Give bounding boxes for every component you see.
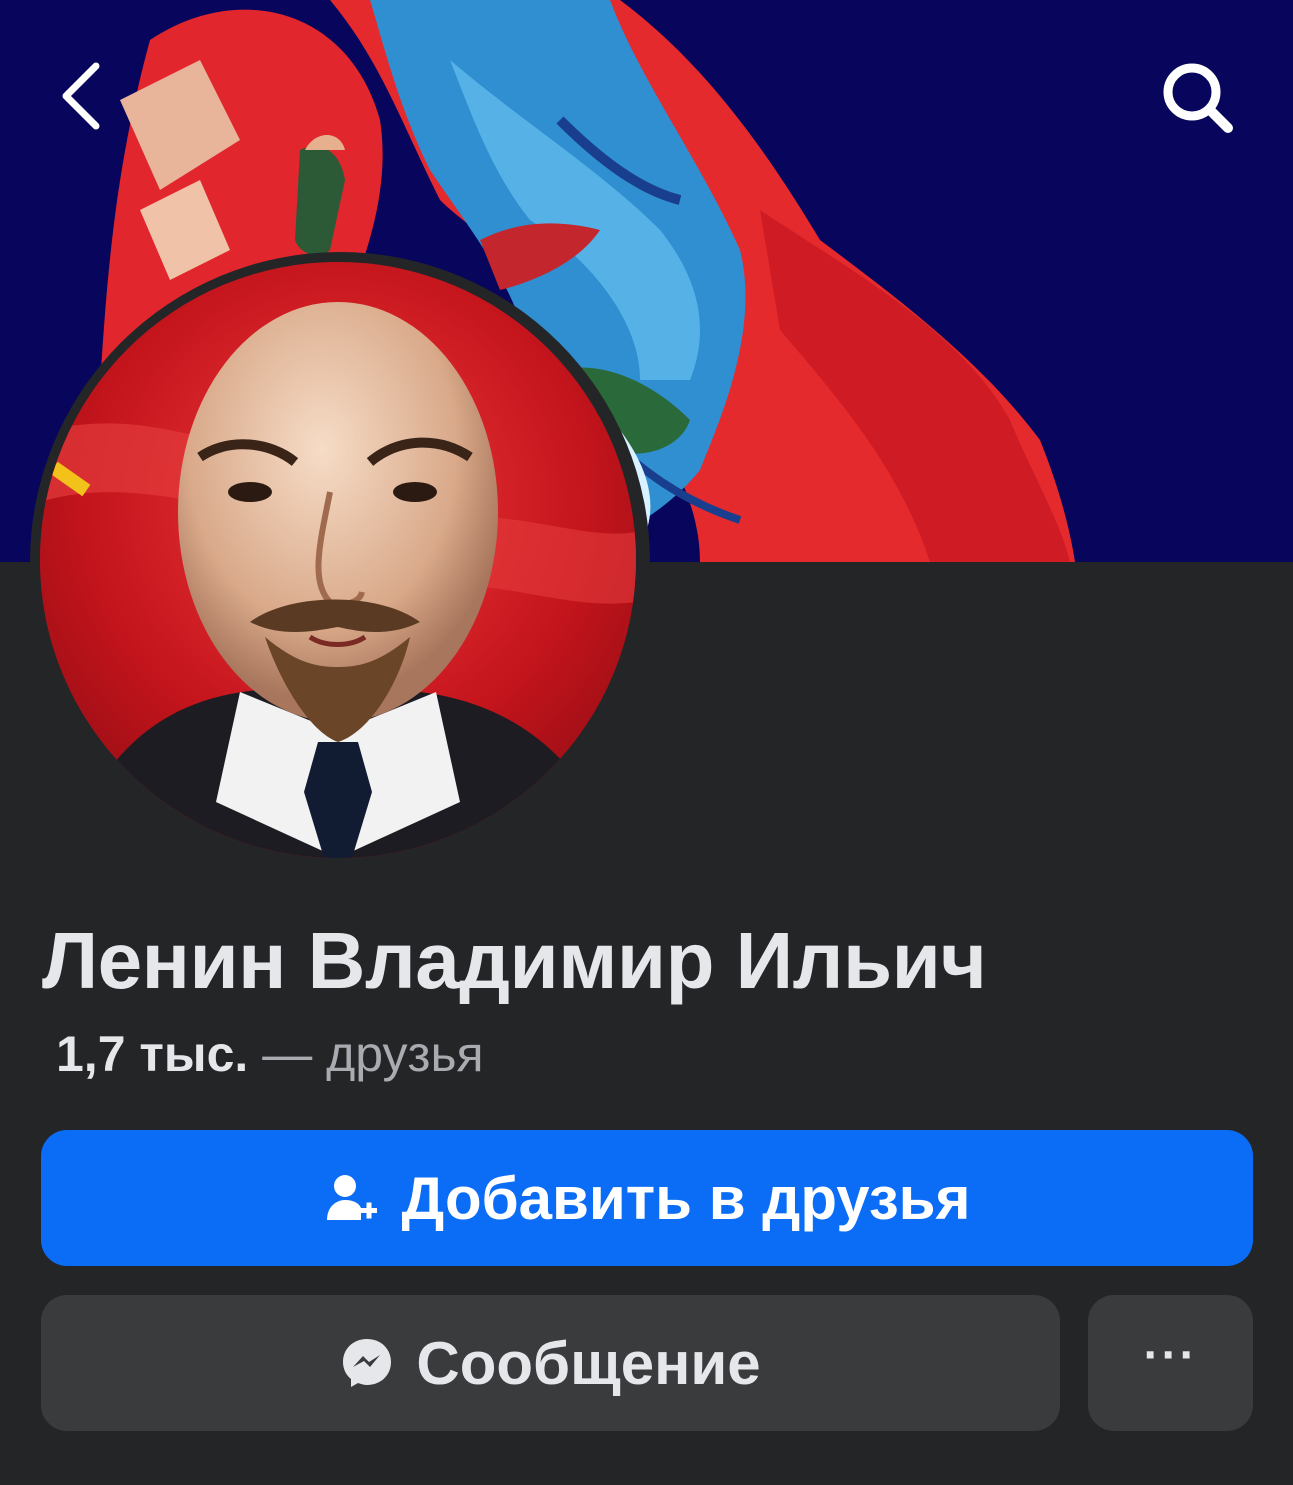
chevron-left-icon — [62, 62, 100, 130]
add-friend-icon — [323, 1170, 379, 1226]
more-options-button[interactable]: ··· — [1088, 1295, 1253, 1431]
avatar-image — [40, 262, 636, 858]
more-dots-icon: ··· — [1143, 1329, 1198, 1382]
message-label: Сообщение — [416, 1329, 761, 1397]
back-button[interactable] — [52, 56, 112, 136]
add-friend-button[interactable]: Добавить в друзья — [41, 1130, 1253, 1266]
avatar[interactable] — [40, 262, 636, 858]
message-button[interactable]: Сообщение — [41, 1295, 1060, 1431]
search-icon — [1163, 63, 1233, 133]
messenger-icon — [340, 1336, 394, 1390]
friends-count: 1,7 тыс. — [56, 1026, 249, 1082]
friends-count-line[interactable]: 1,7 тыс. — друзья — [56, 1025, 484, 1083]
search-button[interactable] — [1158, 58, 1238, 138]
friends-label: — друзья — [262, 1026, 484, 1082]
add-friend-label: Добавить в друзья — [401, 1164, 971, 1232]
profile-name: Ленин Владимир Ильич — [42, 916, 987, 1005]
